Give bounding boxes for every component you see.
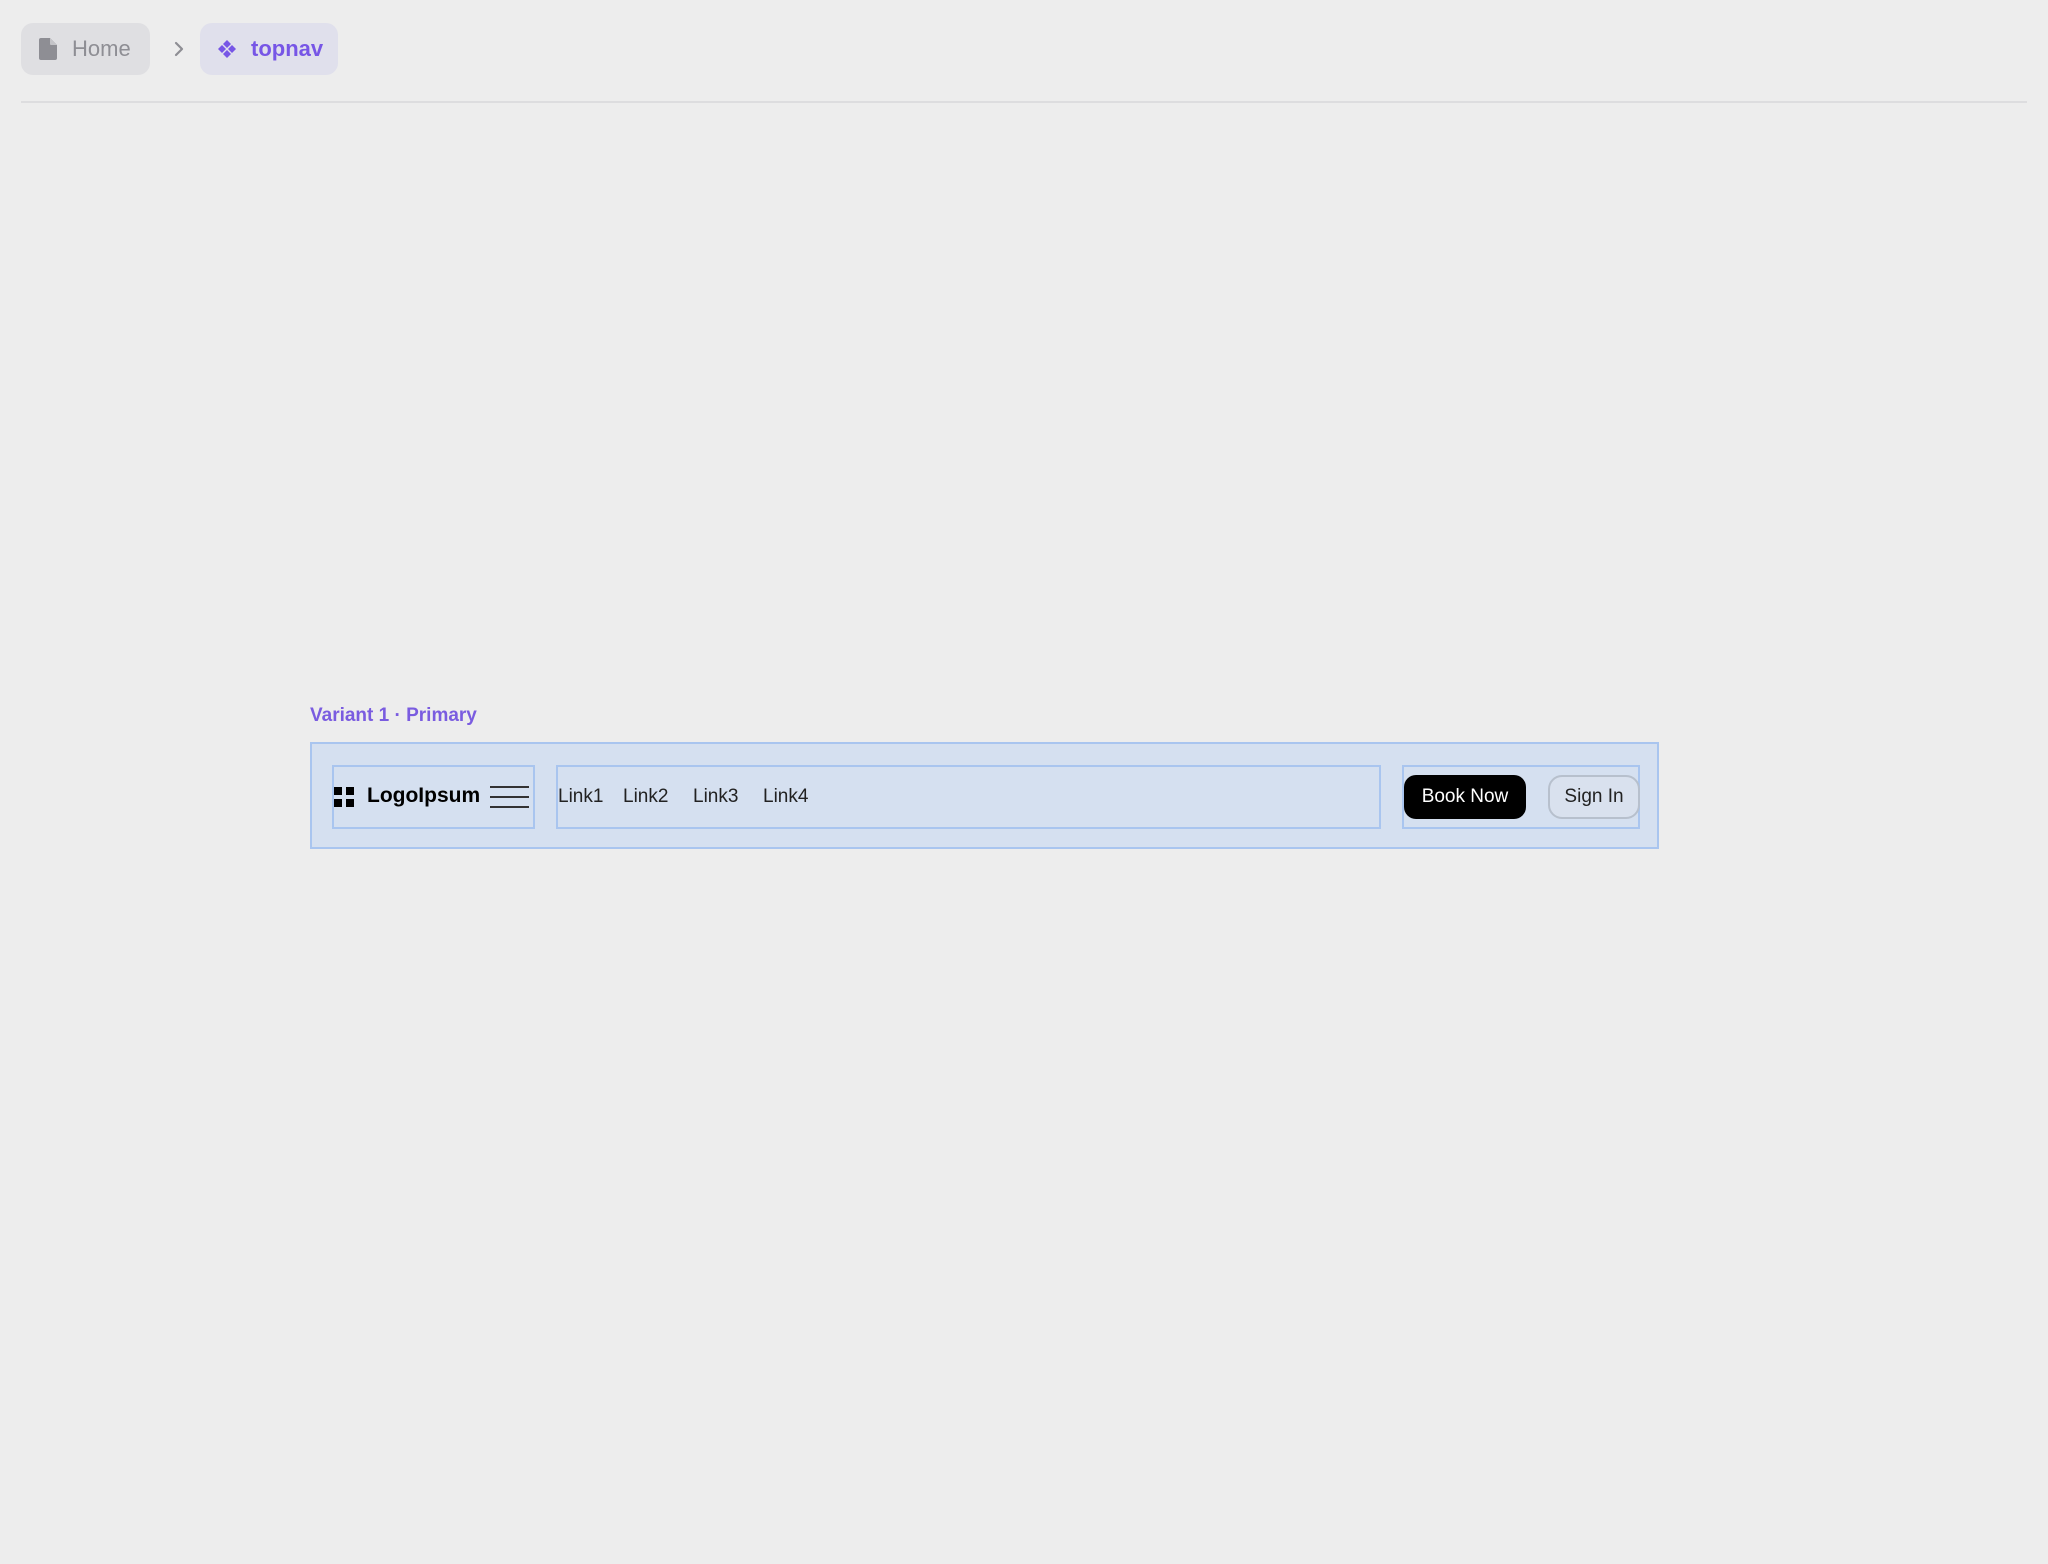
book-now-button[interactable]: Book Now: [1404, 775, 1526, 819]
variant-label: Variant 1 · Primary: [310, 705, 477, 726]
nav-link-4[interactable]: Link4: [763, 786, 808, 808]
component-icon: [218, 40, 236, 58]
topnav-links-group: Link1 Link2 Link3 Link4: [556, 765, 1381, 829]
sign-in-button[interactable]: Sign In: [1548, 775, 1640, 819]
hamburger-menu-icon[interactable]: [490, 785, 529, 809]
grid-logo-icon: [334, 787, 354, 807]
breadcrumb-home-label: Home: [72, 36, 131, 61]
topnav-actions-group: Book Now Sign In: [1402, 765, 1640, 829]
file-icon: [39, 38, 57, 60]
nav-link-3[interactable]: Link3: [693, 786, 738, 808]
topnav-brand-group: LogoIpsum: [332, 765, 535, 829]
brand-name[interactable]: LogoIpsum: [367, 784, 480, 808]
topnav-frame: LogoIpsum Link1 Link2 Link3 Link4 Book N…: [310, 742, 1659, 849]
breadcrumb-current[interactable]: topnav: [200, 23, 338, 75]
nav-link-2[interactable]: Link2: [623, 786, 668, 808]
breadcrumb-bar: Home topnav: [21, 0, 2027, 103]
breadcrumb-current-label: topnav: [251, 36, 324, 61]
chevron-right-icon: [174, 41, 184, 57]
nav-link-1[interactable]: Link1: [558, 786, 603, 808]
breadcrumb-home[interactable]: Home: [21, 23, 150, 75]
